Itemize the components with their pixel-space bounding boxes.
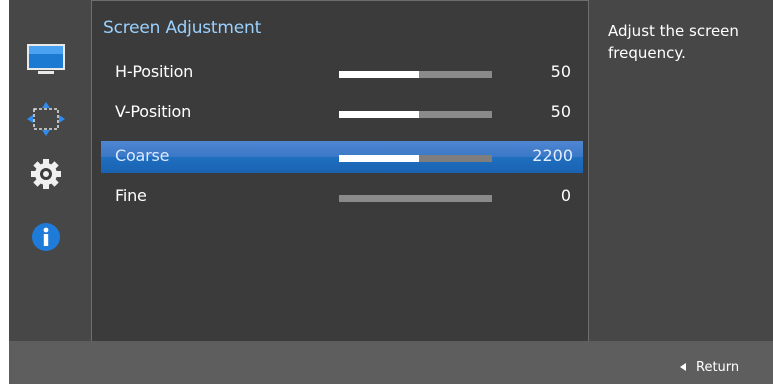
level-bar[interactable] [339, 155, 492, 162]
row-label: Fine [115, 186, 147, 205]
left-arrow-icon [680, 363, 686, 371]
level-bar[interactable] [339, 71, 492, 78]
footer-bar [9, 341, 773, 384]
row-label: H-Position [115, 62, 194, 81]
return-button[interactable]: Return [680, 357, 739, 377]
level-bar-fill [339, 155, 419, 162]
row-label: Coarse [115, 146, 170, 165]
level-bar-fill [339, 111, 419, 118]
level-bar[interactable] [339, 195, 492, 202]
info-icon[interactable] [26, 217, 66, 257]
row-value: 50 [550, 62, 571, 81]
menu-row-coarse[interactable]: Coarse 2200 [101, 141, 583, 173]
panel-title: Screen Adjustment [103, 18, 262, 38]
menu-row-h-position[interactable]: H-Position 50 [101, 57, 583, 89]
level-bar[interactable] [339, 111, 492, 118]
return-label: Return [696, 359, 740, 375]
row-value: 2200 [532, 146, 573, 165]
row-label: V-Position [115, 102, 192, 121]
menu-row-fine[interactable]: Fine 0 [101, 181, 583, 213]
row-value: 0 [560, 186, 571, 205]
row-value: 50 [550, 102, 571, 121]
display-icon[interactable] [26, 40, 66, 80]
gear-icon[interactable] [26, 154, 66, 194]
position-arrows-icon[interactable] [26, 99, 66, 139]
menu-row-v-position[interactable]: V-Position 50 [101, 97, 583, 129]
level-bar-fill [339, 71, 419, 78]
menu-panel [91, 0, 589, 346]
help-text: Adjust the screen frequency. [608, 22, 739, 62]
